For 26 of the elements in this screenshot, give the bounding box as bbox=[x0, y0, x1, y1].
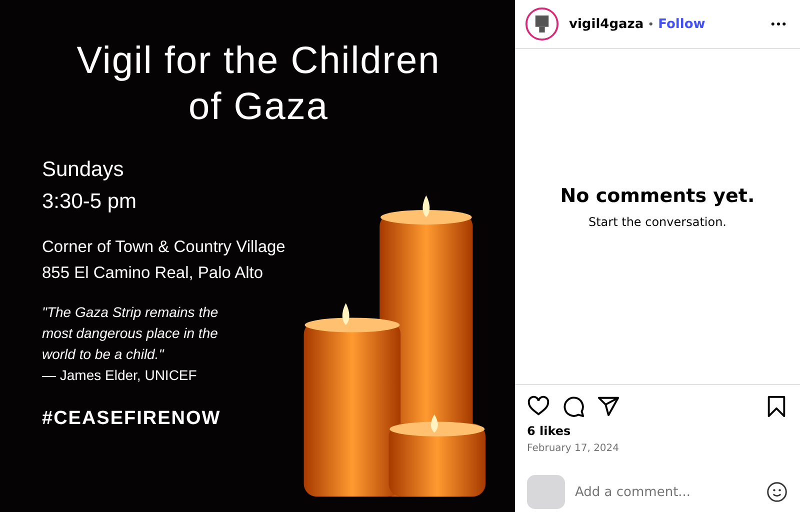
likes-count[interactable]: 6 likes bbox=[527, 424, 571, 438]
avatar-icon[interactable] bbox=[525, 7, 559, 41]
comment-input-field[interactable]: Add a comment... bbox=[573, 484, 766, 500]
schedule-text: 3:30-5 pm bbox=[42, 189, 137, 215]
address-text: 855 El Camino Real, Palo Alto bbox=[42, 263, 264, 284]
quote-text: world to be a child." bbox=[42, 345, 164, 364]
address-text: Corner of Town & Country Village bbox=[42, 237, 286, 258]
avatar-placeholder bbox=[527, 475, 565, 509]
bookmark-icon[interactable] bbox=[765, 395, 788, 418]
follow-link[interactable]: Follow bbox=[658, 16, 706, 32]
heart-icon[interactable] bbox=[527, 395, 550, 418]
poster-title: Vigil for the Children of Gaza bbox=[76, 39, 442, 130]
empty-comments-title: No comments yet. bbox=[560, 184, 755, 206]
hashtag-text: #CEASEFIRENOW bbox=[42, 408, 221, 430]
empty-comments-hint: Start the conversation. bbox=[588, 214, 726, 228]
quote-text: "The Gaza Strip remains the bbox=[42, 303, 218, 322]
separator-dot: • bbox=[648, 18, 654, 30]
comment-icon[interactable] bbox=[562, 395, 585, 418]
schedule-text: Sundays bbox=[42, 157, 124, 183]
username-link[interactable]: vigil4gaza bbox=[569, 16, 644, 32]
emoji-icon[interactable] bbox=[766, 481, 788, 503]
quote-attribution: — James Elder, UNICEF bbox=[42, 366, 197, 385]
share-icon[interactable] bbox=[597, 395, 620, 418]
more-options-icon[interactable] bbox=[771, 22, 786, 26]
quote-text: most dangerous place in the bbox=[42, 324, 218, 343]
post-date: February 17, 2024 bbox=[527, 443, 620, 454]
